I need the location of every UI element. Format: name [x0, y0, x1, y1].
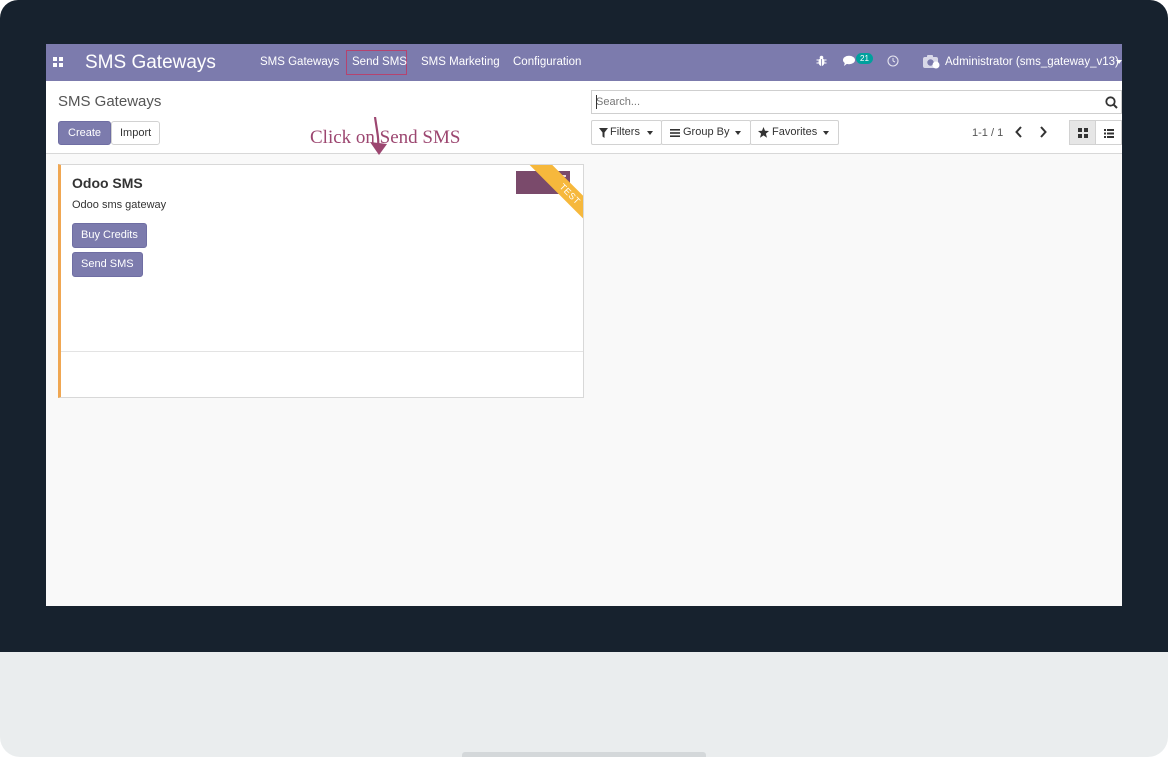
- search-box[interactable]: [591, 90, 1122, 114]
- search-input[interactable]: [596, 91, 1096, 113]
- pager-value[interactable]: 1-1 / 1: [972, 127, 1003, 139]
- filters-label: Filters: [610, 126, 640, 138]
- favorites-dropdown[interactable]: Favorites: [750, 120, 839, 145]
- menu-sms-gateways[interactable]: SMS Gateways: [260, 56, 339, 68]
- chevron-down-icon: [823, 131, 829, 135]
- user-menu[interactable]: Administrator (sms_gateway_v13): [945, 56, 1119, 68]
- apps-grid-icon[interactable]: [53, 57, 64, 68]
- buy-credits-button[interactable]: Buy Credits: [72, 223, 147, 248]
- kanban-view-button[interactable]: [1069, 120, 1096, 145]
- top-navbar: SMS Gateways SMS Gateways Send SMS SMS M…: [46, 44, 1122, 81]
- kanban-card[interactable]: Odoo SMS Odoo sms gateway Buy Credits Se…: [58, 164, 584, 398]
- user-avatar-icon[interactable]: [922, 54, 941, 69]
- annotation-text: Click on Send SMS: [310, 127, 461, 148]
- send-sms-button[interactable]: Send SMS: [72, 252, 143, 277]
- breadcrumb: SMS Gateways: [58, 93, 162, 110]
- app-screen: SMS Gateways SMS Gateways Send SMS SMS M…: [46, 44, 1122, 606]
- search-caret: [596, 95, 597, 109]
- menu-sms-marketing[interactable]: SMS Marketing: [421, 56, 500, 68]
- chevron-down-icon: [735, 131, 741, 135]
- clock-icon[interactable]: [887, 55, 899, 67]
- chat-icon[interactable]: [843, 55, 857, 67]
- bug-icon[interactable]: [816, 55, 827, 67]
- list-view-button[interactable]: [1095, 120, 1122, 145]
- chevron-left-icon[interactable]: [1015, 126, 1023, 138]
- group-by-dropdown[interactable]: Group By: [661, 120, 751, 145]
- search-icon[interactable]: [1105, 96, 1118, 109]
- menu-send-sms[interactable]: Send SMS: [352, 56, 407, 68]
- card-title: Odoo SMS: [72, 175, 143, 191]
- monitor-stand: [0, 652, 1168, 757]
- import-button[interactable]: Import: [111, 121, 161, 145]
- card-divider: [61, 351, 583, 352]
- star-icon: [758, 127, 769, 138]
- card-subtitle: Odoo sms gateway: [72, 199, 167, 211]
- filter-icon: [599, 128, 608, 138]
- messages-badge: 21: [856, 53, 873, 64]
- list-lines-icon: [670, 129, 680, 137]
- chevron-down-icon: [1116, 60, 1122, 64]
- chevron-down-icon: [647, 131, 653, 135]
- list-icon: [1104, 129, 1114, 138]
- group-by-label: Group By: [683, 126, 730, 138]
- kanban-grid-icon: [1078, 128, 1088, 138]
- menu-configuration[interactable]: Configuration: [513, 56, 581, 68]
- monitor-stand-notch: [462, 752, 706, 757]
- chevron-right-icon[interactable]: [1039, 126, 1047, 138]
- favorites-label: Favorites: [772, 126, 818, 138]
- app-brand[interactable]: SMS Gateways: [85, 52, 216, 74]
- control-panel: SMS Gateways Create Import Click on Send…: [46, 81, 1122, 155]
- filters-dropdown[interactable]: Filters: [591, 120, 662, 145]
- create-button[interactable]: Create: [58, 121, 112, 145]
